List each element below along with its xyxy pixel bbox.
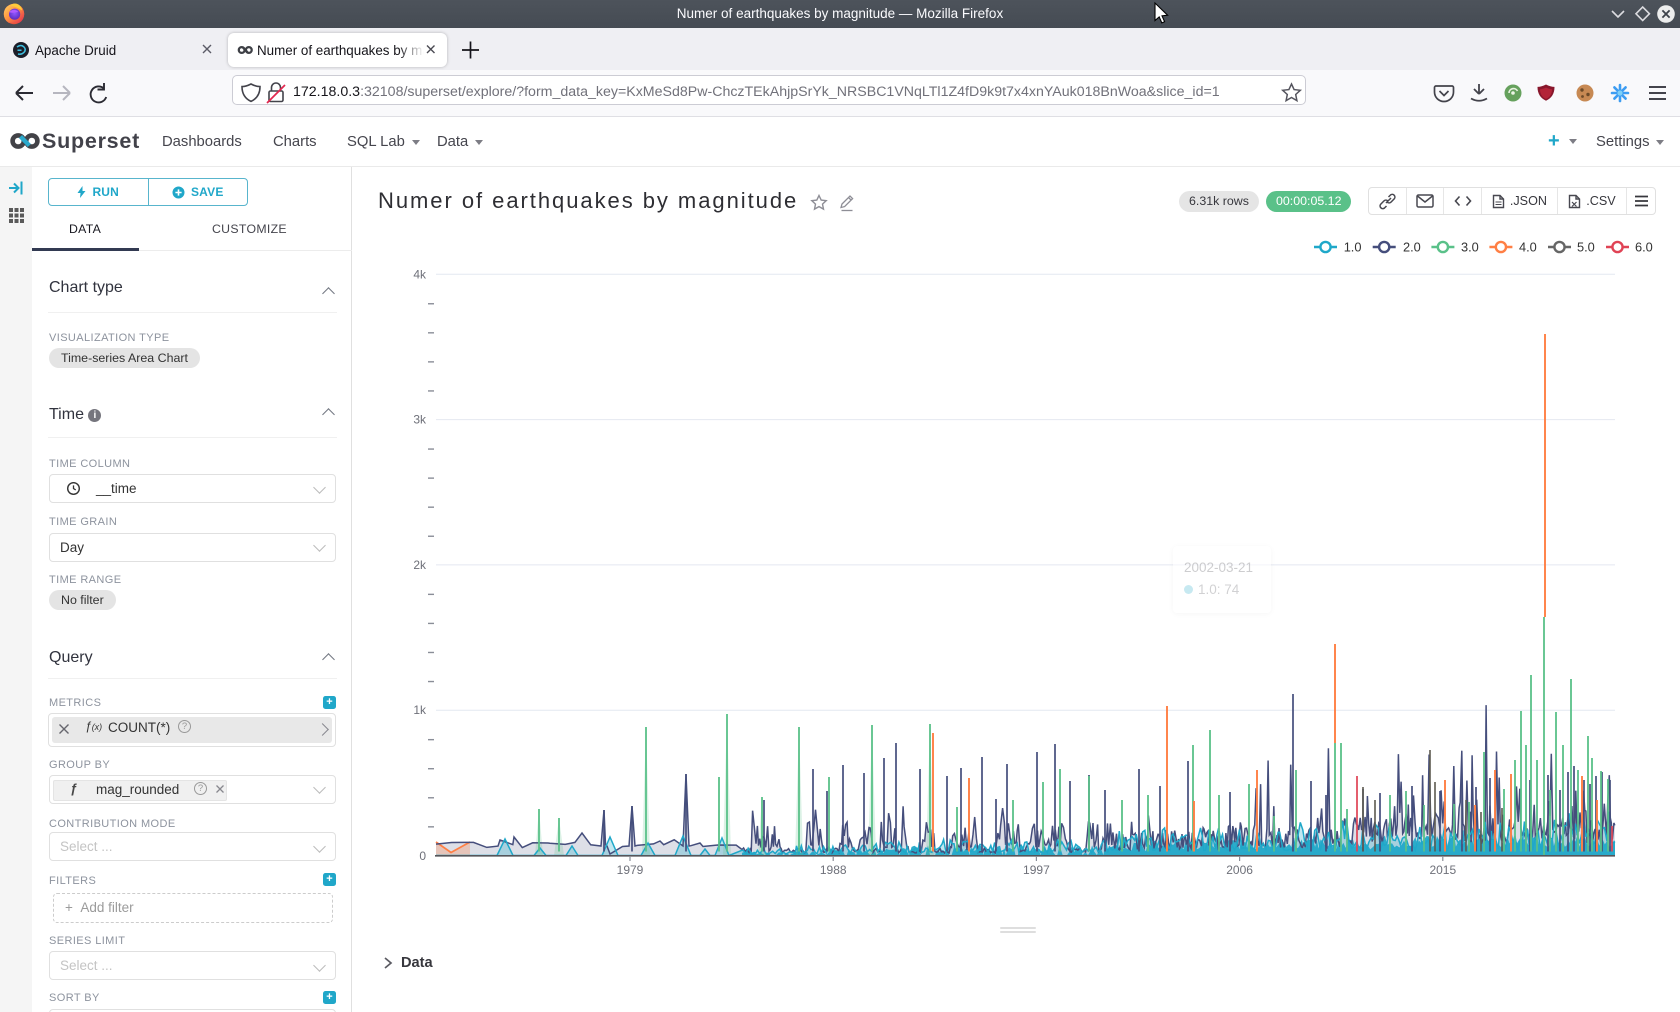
svg-text:2006: 2006 — [1226, 863, 1253, 877]
svg-text:0: 0 — [419, 849, 426, 863]
svg-text:1979: 1979 — [617, 863, 644, 877]
svg-text:1k: 1k — [413, 703, 427, 717]
svg-text:2k: 2k — [413, 558, 427, 572]
svg-text:3k: 3k — [413, 413, 427, 427]
svg-text:4k: 4k — [413, 267, 427, 281]
svg-text:1988: 1988 — [820, 863, 847, 877]
svg-text:2015: 2015 — [1429, 863, 1456, 877]
svg-text:1997: 1997 — [1023, 863, 1050, 877]
